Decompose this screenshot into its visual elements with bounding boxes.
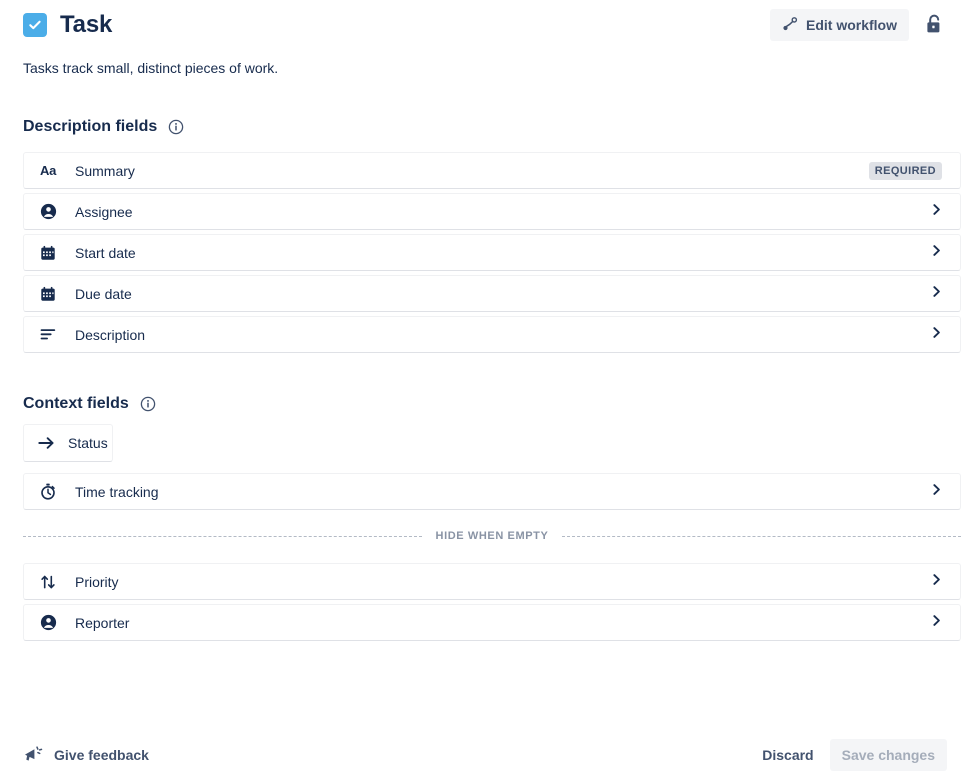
- description-fields-heading: Description fields: [23, 117, 184, 137]
- field-label: Description: [75, 325, 145, 345]
- row-right: [930, 573, 960, 591]
- field-label: Status: [68, 433, 108, 453]
- text-lines-icon: [39, 326, 57, 344]
- field-row-description[interactable]: Description: [23, 316, 961, 353]
- page-header: Task Edit workflow: [23, 8, 947, 42]
- row-right: [930, 203, 960, 221]
- chevron-right-icon[interactable]: [930, 483, 943, 501]
- field-label: Due date: [75, 284, 132, 304]
- page-footer: Give feedback Discard Save changes: [23, 735, 947, 775]
- context-fields-heading: Context fields: [23, 394, 156, 414]
- hide-when-empty-divider: HIDE WHEN EMPTY: [23, 529, 961, 543]
- row-right: REQUIRED: [869, 162, 960, 180]
- discard-button[interactable]: Discard: [752, 739, 823, 771]
- issue-type-fields-page: Task Edit workflow: [0, 0, 965, 783]
- section-title: Description fields: [23, 117, 157, 137]
- field-label: Priority: [75, 572, 119, 592]
- footer-actions: Discard Save changes: [752, 739, 947, 771]
- field-row-time-tracking[interactable]: Time tracking: [23, 473, 961, 510]
- hide-when-empty-label: HIDE WHEN EMPTY: [436, 529, 549, 543]
- field-row-start-date[interactable]: Start date: [23, 234, 961, 271]
- calendar-icon: [39, 285, 57, 303]
- chevron-right-icon[interactable]: [930, 614, 943, 632]
- field-label: Reporter: [75, 613, 129, 633]
- unlocked-padlock-icon[interactable]: [921, 10, 947, 40]
- field-row-priority[interactable]: Priority: [23, 563, 961, 600]
- row-right: [930, 483, 960, 501]
- stopwatch-icon: [39, 483, 57, 501]
- save-changes-button[interactable]: Save changes: [830, 739, 947, 771]
- field-label: Summary: [75, 161, 135, 181]
- arrow-right-icon: [37, 434, 55, 452]
- person-circle-icon: [39, 203, 57, 221]
- field-row-assignee[interactable]: Assignee: [23, 193, 961, 230]
- info-icon[interactable]: [168, 119, 184, 135]
- person-circle-icon: [39, 614, 57, 632]
- task-checkbox-icon: [23, 13, 47, 37]
- field-chip-status[interactable]: Status: [23, 424, 113, 462]
- field-label: Start date: [75, 243, 136, 263]
- give-feedback-label: Give feedback: [54, 747, 149, 763]
- chevron-right-icon[interactable]: [930, 285, 943, 303]
- chevron-right-icon[interactable]: [930, 573, 943, 591]
- chevron-right-icon[interactable]: [930, 326, 943, 344]
- page-subtitle: Tasks track small, distinct pieces of wo…: [23, 58, 278, 78]
- divider-line-right: [562, 536, 961, 537]
- field-row-due-date[interactable]: Due date: [23, 275, 961, 312]
- field-label: Assignee: [75, 202, 133, 222]
- hidden-fields-list: Priority Reporter: [23, 563, 961, 645]
- chevron-right-icon[interactable]: [930, 244, 943, 262]
- workflow-icon: [782, 16, 798, 35]
- divider-line-left: [23, 536, 422, 537]
- section-title: Context fields: [23, 394, 129, 414]
- edit-workflow-label: Edit workflow: [806, 17, 897, 33]
- edit-workflow-button[interactable]: Edit workflow: [770, 9, 909, 41]
- text-aa-icon: Aa: [39, 162, 57, 180]
- info-icon[interactable]: [140, 396, 156, 412]
- sort-arrows-icon: [39, 573, 57, 591]
- calendar-icon: [39, 244, 57, 262]
- header-actions: Edit workflow: [770, 9, 947, 41]
- row-right: [930, 285, 960, 303]
- field-row-reporter[interactable]: Reporter: [23, 604, 961, 641]
- row-right: [930, 244, 960, 262]
- status-badge: REQUIRED: [869, 162, 942, 180]
- chevron-right-icon[interactable]: [930, 203, 943, 221]
- page-title: Task: [60, 11, 112, 39]
- field-label: Time tracking: [75, 482, 159, 502]
- megaphone-icon: [23, 745, 43, 766]
- give-feedback-button[interactable]: Give feedback: [23, 745, 149, 766]
- row-right: [930, 614, 960, 632]
- description-fields-list: Aa Summary REQUIRED Assignee: [23, 152, 961, 357]
- field-row-summary[interactable]: Aa Summary REQUIRED: [23, 152, 961, 189]
- row-right: [930, 326, 960, 344]
